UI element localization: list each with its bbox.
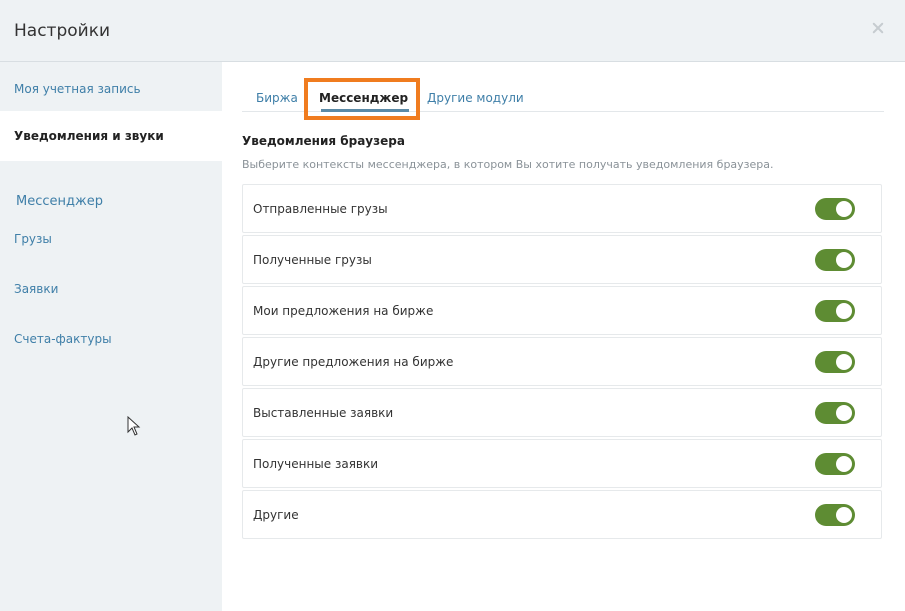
toggle-knob — [836, 507, 852, 523]
toggle-knob — [836, 201, 852, 217]
toggle-switch[interactable] — [815, 300, 855, 322]
setting-label: Отправленные грузы — [253, 202, 388, 216]
setting-label: Полученные грузы — [253, 253, 372, 267]
toggle-knob — [836, 456, 852, 472]
setting-row: Отправленные грузы — [242, 184, 882, 233]
sidebar-item-account[interactable]: Моя учетная запись — [14, 81, 141, 97]
setting-row: Выставленные заявки — [242, 388, 882, 437]
toggle-switch[interactable] — [815, 198, 855, 220]
tab-exchange[interactable]: Биржа — [256, 90, 298, 106]
toggle-switch[interactable] — [815, 351, 855, 373]
sidebar-item-invoices[interactable]: Счета-фактуры — [14, 331, 112, 347]
dialog-title: Настройки — [14, 21, 111, 41]
section-title: Уведомления браузера — [242, 134, 405, 148]
tab-highlight-frame — [304, 78, 420, 120]
setting-row: Мои предложения на бирже — [242, 286, 882, 335]
setting-row: Другие — [242, 490, 882, 539]
toggle-knob — [836, 252, 852, 268]
toggle-switch[interactable] — [815, 504, 855, 526]
sidebar-item-messenger[interactable]: Мессенджер — [16, 194, 103, 210]
setting-label: Другие предложения на бирже — [253, 355, 454, 369]
mouse-cursor-icon — [127, 416, 141, 436]
toggle-switch[interactable] — [815, 453, 855, 475]
toggle-switch[interactable] — [815, 402, 855, 424]
toggle-knob — [836, 405, 852, 421]
sidebar: Моя учетная запись Уведомления и звуки М… — [0, 62, 222, 611]
setting-row: Полученные грузы — [242, 235, 882, 284]
setting-label: Выставленные заявки — [253, 406, 394, 420]
sidebar-item-label: Уведомления и звуки — [14, 129, 164, 143]
main-panel: Биржа Мессенджер Другие модули Уведомлен… — [222, 62, 905, 611]
settings-dialog: Настройки Моя учетная запись Уведомления… — [0, 0, 905, 611]
tab-other-modules[interactable]: Другие модули — [427, 90, 524, 106]
sidebar-item-cargo[interactable]: Грузы — [14, 231, 52, 247]
toggle-knob — [836, 354, 852, 370]
dialog-header: Настройки — [0, 0, 905, 62]
section-description: Выберите контексты мессенджера, в которо… — [242, 158, 774, 171]
toggle-knob — [836, 303, 852, 319]
setting-label: Другие — [253, 508, 299, 522]
sidebar-item-requests[interactable]: Заявки — [14, 281, 58, 297]
setting-row: Полученные заявки — [242, 439, 882, 488]
setting-label: Полученные заявки — [253, 457, 379, 471]
sidebar-item-notifications[interactable]: Уведомления и звуки — [0, 111, 222, 161]
setting-row: Другие предложения на бирже — [242, 337, 882, 386]
close-icon[interactable] — [869, 17, 887, 41]
toggle-switch[interactable] — [815, 249, 855, 271]
setting-label: Мои предложения на бирже — [253, 304, 434, 318]
